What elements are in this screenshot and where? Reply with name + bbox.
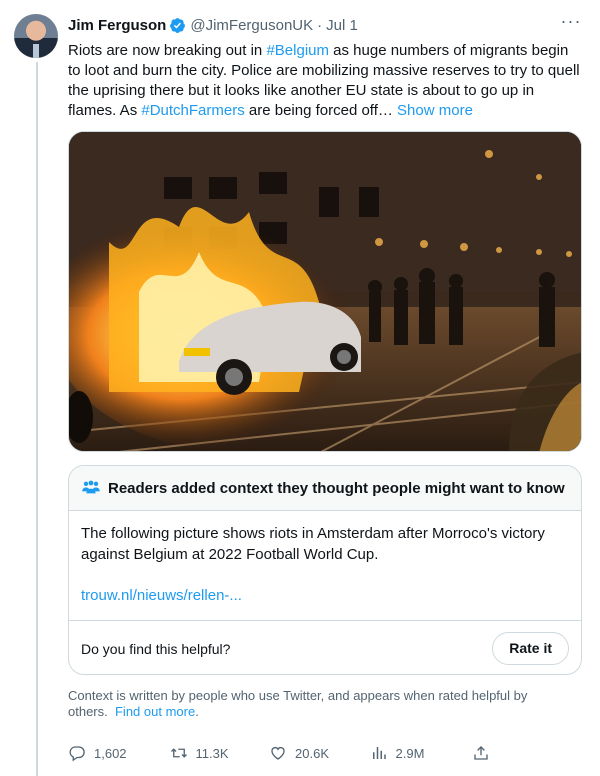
tweet-header: Jim Ferguson @JimFergusonUK · Jul 1 ···	[68, 12, 582, 36]
share-icon	[474, 746, 488, 760]
find-out-more-link[interactable]: Find out more	[115, 704, 195, 719]
reply-icon	[69, 746, 85, 762]
community-note-text: The following picture shows riots in Ams…	[81, 525, 545, 563]
author-name[interactable]: Jim Ferguson	[68, 17, 166, 34]
thread-line	[36, 62, 38, 776]
like-count: 20.6K	[295, 745, 329, 761]
retweet-count: 11.3K	[195, 745, 229, 761]
tweet-actions: 1,602 11.3K 20.6K 2.9M	[68, 742, 498, 764]
like-icon	[271, 747, 285, 760]
views-button[interactable]: 2.9M	[370, 744, 472, 762]
author-handle[interactable]: @JimFergusonUK	[190, 17, 313, 34]
community-note-source-link[interactable]: trouw.nl/nieuws/rellen-...	[81, 587, 242, 604]
people-icon	[82, 480, 100, 494]
context-disclaimer: Context is written by people who use Twi…	[68, 688, 568, 720]
community-note: Readers added context they thought peopl…	[68, 465, 582, 675]
tweet-media-photo[interactable]	[68, 131, 582, 452]
reply-button[interactable]: 1,602	[68, 744, 170, 762]
retweet-button[interactable]: 11.3K	[170, 744, 270, 762]
context-period: .	[195, 704, 199, 719]
more-icon[interactable]: ···	[560, 12, 582, 36]
community-note-header: Readers added context they thought peopl…	[69, 466, 581, 511]
retweet-icon	[170, 748, 187, 758]
community-note-body: The following picture shows riots in Ams…	[69, 511, 581, 606]
community-note-title: Readers added context they thought peopl…	[108, 479, 565, 497]
hashtag-belgium-link[interactable]: #Belgium	[266, 42, 329, 59]
photo-illustration	[69, 132, 581, 451]
view-count: 2.9M	[395, 745, 425, 761]
avatar[interactable]	[14, 14, 58, 58]
reply-count: 1,602	[94, 745, 127, 761]
tweet-date[interactable]: Jul 1	[326, 17, 358, 34]
rate-it-button[interactable]: Rate it	[492, 632, 569, 665]
like-button[interactable]: 20.6K	[269, 744, 370, 762]
tweet-text-part: are being forced off…	[244, 102, 398, 119]
views-icon	[372, 747, 386, 759]
community-note-footer: Do you find this helpful? Rate it	[69, 620, 581, 674]
tweet-text: Riots are now breaking out in #Belgium a…	[68, 41, 582, 121]
hashtag-dutchfarmers-link[interactable]: #DutchFarmers	[141, 102, 244, 119]
share-button[interactable]	[472, 744, 498, 762]
helpful-question: Do you find this helpful?	[81, 640, 231, 657]
tweet-text-part: Riots are now breaking out in	[68, 42, 267, 59]
tweet-content: Jim Ferguson @JimFergusonUK · Jul 1 ··· …	[68, 12, 582, 121]
separator-dot: ·	[317, 16, 323, 34]
show-more-link[interactable]: Show more	[397, 102, 473, 119]
verified-badge-icon	[170, 17, 186, 33]
